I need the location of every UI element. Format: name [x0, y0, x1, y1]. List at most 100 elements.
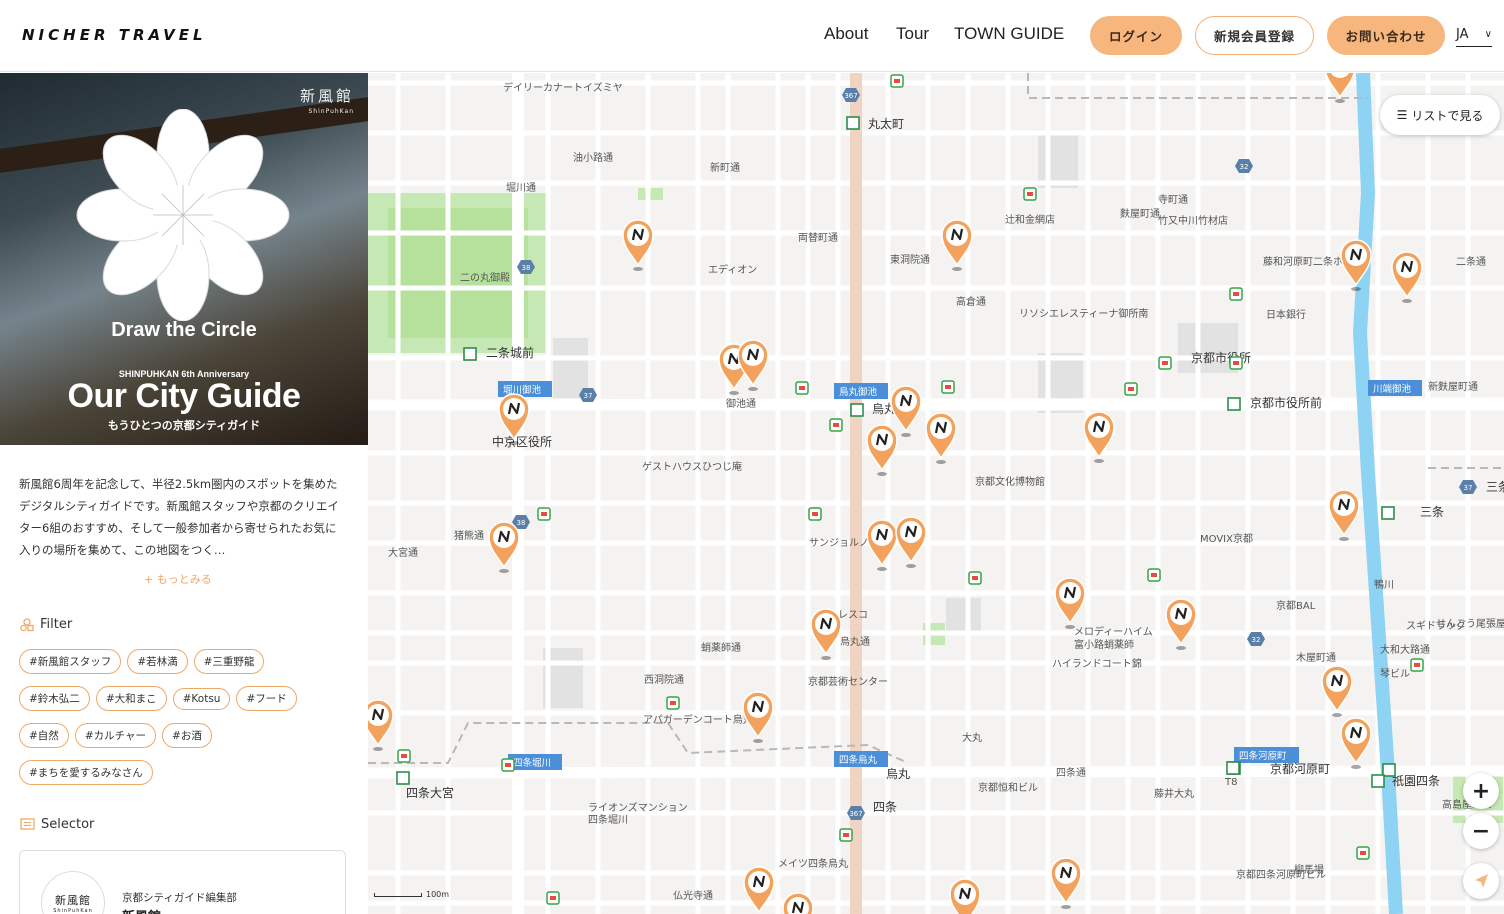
main-road: [368, 765, 1504, 779]
map-label: 蛸薬師通: [701, 641, 741, 654]
subway-icon: [1381, 506, 1395, 520]
map-view[interactable]: デイリーカナートイズミヤ 丸太町 油小路通 新町通 堀川通 辻和金網店 麩屋町通 寺町通 竹又中…: [368, 73, 1504, 914]
more-button[interactable]: + もっとみる: [144, 571, 212, 587]
filter-tag[interactable]: #大和まこ: [95, 686, 167, 711]
map-label: 鴨川: [1374, 578, 1394, 591]
convenience-store-icon: [972, 576, 978, 580]
map-label: 西洞院通: [644, 673, 684, 686]
convenience-store-icon: [833, 423, 839, 427]
convenience-store-icon: [812, 512, 818, 516]
convenience-store-icon: [843, 833, 849, 837]
chevron-down-icon: ∨: [1484, 29, 1492, 40]
building-block: [1038, 133, 1078, 188]
main-road: [368, 397, 1504, 411]
subway-icon: [396, 771, 410, 785]
zoom-out-button[interactable]: −: [1463, 813, 1499, 849]
map-canvas[interactable]: デイリーカナートイズミヤ丸太町油小路通新町通堀川通辻和金網店 麩屋町通寺町通竹又中…: [368, 73, 1504, 914]
filter-tags: #新風館スタッフ #若林満 #三重野龍 #鈴木弘二 #大和まこ #Kotsu #フード #…: [19, 649, 349, 797]
spot-pin-shadow: [936, 460, 946, 464]
spot-pin: [743, 866, 775, 914]
filter-tag[interactable]: #鈴木弘二: [19, 686, 90, 711]
spot-pin-shadow: [877, 567, 887, 571]
map-label: 中京区役所: [492, 434, 552, 449]
convenience-store-icon: [1233, 292, 1239, 296]
map-label: メロディーハイム: [1074, 625, 1153, 638]
filter-tag[interactable]: #フード: [236, 686, 297, 711]
language-select[interactable]: JA ∨: [1456, 27, 1492, 47]
map-label: 藤井大丸: [1154, 787, 1194, 800]
spot-pin-shadow: [821, 656, 831, 660]
spot-pin: [866, 424, 898, 476]
convenience-store-icon: [894, 79, 900, 83]
filter-tag[interactable]: #まちを愛するみなさん: [19, 760, 153, 785]
convenience-store-icon: [541, 512, 547, 516]
route-badge-label: 37: [1464, 484, 1473, 492]
filter-tag[interactable]: #若林満: [127, 649, 188, 674]
filter-tag[interactable]: #お酒: [162, 723, 212, 748]
spot-pin: [1328, 489, 1360, 541]
map-label: 二条通: [1456, 255, 1486, 268]
map-label: MOVIX京都: [1200, 532, 1253, 545]
map-label: 烏丸通: [840, 635, 870, 648]
filter-tag[interactable]: #三重野龍: [193, 649, 265, 674]
circle-flower-logo: [76, 109, 290, 321]
zoom-in-button[interactable]: +: [1463, 773, 1499, 809]
convenience-store-icon: [1027, 192, 1033, 196]
spot-pin-shadow: [748, 387, 758, 391]
filter-tag[interactable]: #Kotsu: [172, 688, 231, 710]
convenience-store-icon: [1151, 573, 1157, 577]
spot-pin: [1391, 251, 1423, 303]
station-tag: 川端御池: [1368, 380, 1422, 396]
selector-card[interactable]: 新風館ShinPuhKan 京都シティガイド編集部 新風館: [19, 850, 346, 914]
map-label: 丸太町: [868, 116, 904, 131]
station-tag-label: 四条河原町: [1239, 750, 1287, 762]
map-label: 両替町通: [798, 231, 838, 244]
signup-button[interactable]: 新規会員登録: [1195, 16, 1314, 55]
subway-icon: [850, 403, 864, 417]
map-label: 辻和金網店: [1005, 213, 1055, 226]
station-tag: 四条堀川: [508, 754, 562, 770]
map-label: 大宮通: [388, 546, 418, 559]
site-header: NICHER TRAVEL About Tour TOWN GUIDE ログイン…: [0, 0, 1504, 72]
selector-org: 京都シティガイド編集部: [122, 892, 237, 904]
login-button[interactable]: ログイン: [1090, 16, 1182, 55]
building-block: [1178, 323, 1238, 373]
spot-pin-shadow: [509, 441, 519, 445]
locate-button[interactable]: [1463, 863, 1499, 899]
guide-description: 新風館6周年を記念して、半径2.5km圏内のスポットを集めたデジタルシティガイド…: [19, 477, 339, 557]
map-label: レスコ: [838, 610, 868, 621]
route-badge-label: 367: [849, 810, 862, 818]
spot-pin-shadow: [633, 267, 643, 271]
map-label: 四条通: [1056, 766, 1086, 779]
spot-pin: [742, 691, 774, 743]
more-label: もっとみる: [156, 573, 212, 586]
filter-tag[interactable]: #カルチャー: [74, 723, 157, 748]
map-label: 京都芸術センター: [808, 675, 888, 688]
map-label: 猪熊通: [454, 529, 484, 542]
station-tag: 烏丸御池: [834, 383, 888, 399]
station-tag-label: 四条烏丸: [839, 754, 878, 766]
convenience-store-icon: [1128, 387, 1134, 391]
station-tag: 四条烏丸: [834, 751, 888, 767]
map-label: 大丸: [962, 731, 982, 744]
nav-town-guide[interactable]: TOWN GUIDE: [954, 24, 1064, 44]
nav-about[interactable]: About: [824, 24, 868, 44]
nav-tour[interactable]: Tour: [896, 24, 929, 44]
language-value: JA: [1456, 27, 1469, 42]
list-view-button[interactable]: ☰ リストで見る: [1380, 95, 1500, 135]
map-label: サンジョルノ: [809, 537, 869, 549]
route-badge-label: 367: [844, 92, 857, 100]
site-logo[interactable]: NICHER TRAVEL: [22, 26, 207, 44]
station-tag-label: 四条堀川: [513, 757, 551, 769]
filter-tag[interactable]: #自然: [19, 723, 69, 748]
convenience-store-icon: [799, 386, 805, 390]
filter-tag[interactable]: #新風館スタッフ: [19, 649, 122, 674]
contact-button[interactable]: お問い合わせ: [1327, 16, 1445, 55]
map-label: 四条大宮: [406, 785, 454, 800]
building-block: [946, 598, 981, 633]
hero-image: 新風館 ShinPuhKan Draw the Circle SHINPUHKAN…: [0, 73, 368, 445]
route-badge: 37: [1459, 480, 1477, 494]
list-icon: ☰: [1396, 108, 1408, 122]
spot-pin: [949, 878, 981, 914]
map-label: 新麩屋町通: [1428, 380, 1478, 393]
